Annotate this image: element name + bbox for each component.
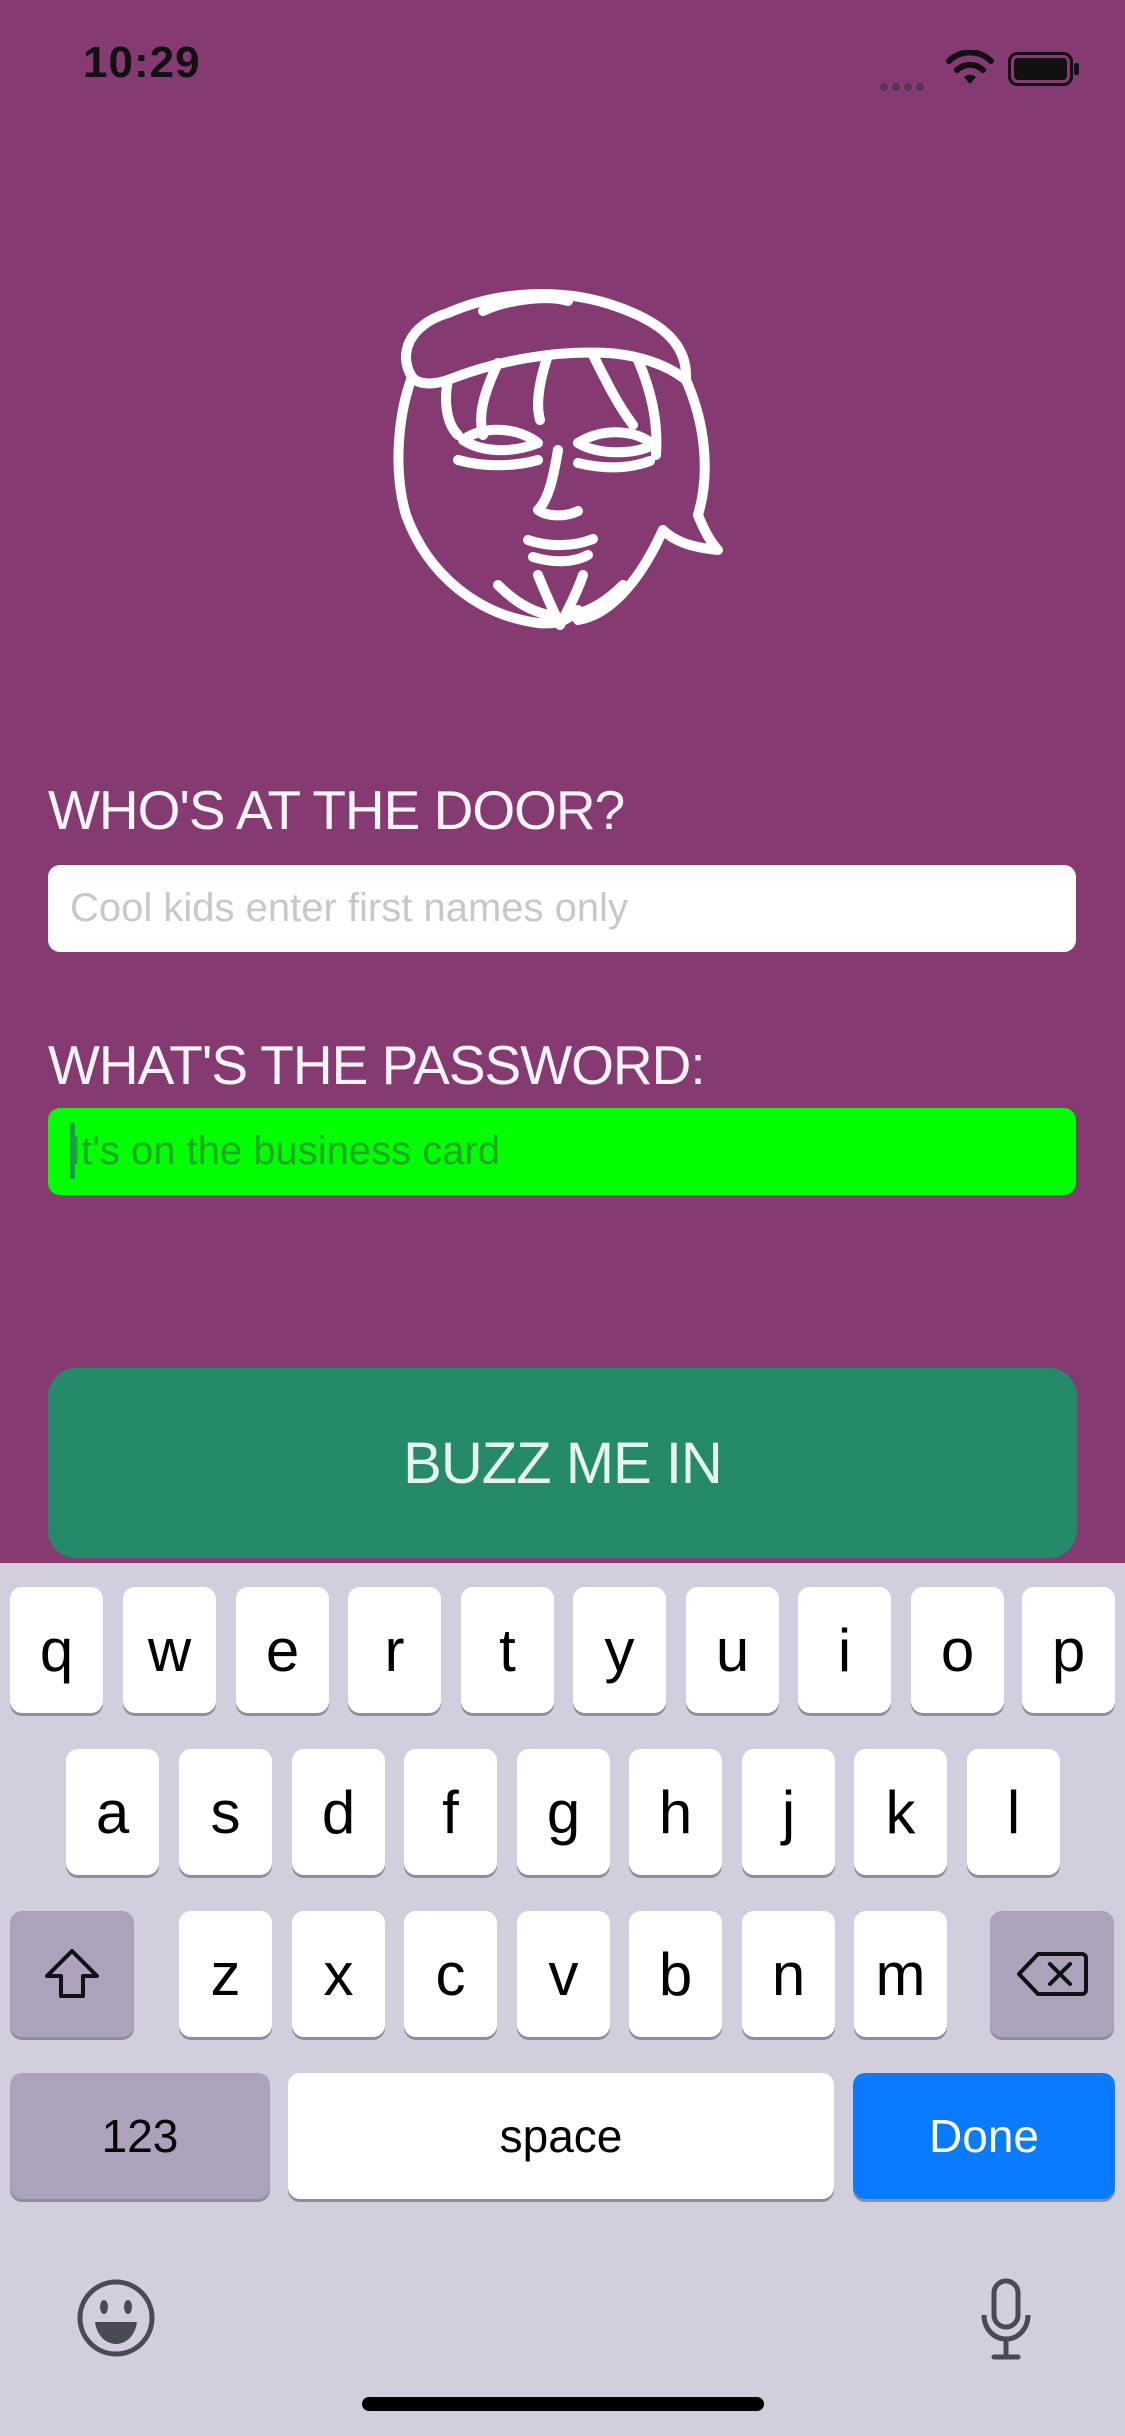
password-input[interactable]: It's on the business card (48, 1108, 1076, 1195)
key-v[interactable]: v (517, 1911, 610, 2037)
key-g[interactable]: g (517, 1749, 610, 1875)
mascot-logo (393, 289, 723, 630)
battery-icon (1008, 52, 1079, 86)
key-f[interactable]: f (404, 1749, 497, 1875)
buzz-me-in-button[interactable]: BUZZ ME IN (48, 1368, 1077, 1558)
numbers-key[interactable]: 123 (10, 2073, 270, 2199)
key-z[interactable]: z (179, 1911, 272, 2037)
keyboard: q w e r t y u i o p a s d f g h j k l z … (0, 1563, 1125, 2436)
key-b[interactable]: b (629, 1911, 722, 2037)
password-placeholder: It's on the business card (70, 1129, 501, 1173)
key-d[interactable]: d (292, 1749, 385, 1875)
key-h[interactable]: h (629, 1749, 722, 1875)
signal-icon (880, 78, 934, 91)
key-e[interactable]: e (236, 1587, 329, 1713)
shift-key[interactable] (10, 1911, 134, 2037)
key-t[interactable]: t (461, 1587, 554, 1713)
key-n[interactable]: n (742, 1911, 835, 2037)
key-j[interactable]: j (742, 1749, 835, 1875)
name-placeholder: Cool kids enter first names only (70, 886, 629, 930)
home-indicator (362, 2397, 764, 2411)
key-s[interactable]: s (179, 1749, 272, 1875)
name-input[interactable]: Cool kids enter first names only (48, 865, 1076, 952)
key-c[interactable]: c (404, 1911, 497, 2037)
password-label: WHAT'S THE PASSWORD: (48, 1034, 706, 1096)
key-r[interactable]: r (348, 1587, 441, 1713)
key-i[interactable]: i (798, 1587, 891, 1713)
backspace-key[interactable] (990, 1911, 1114, 2037)
wifi-icon (946, 50, 994, 84)
name-label: WHO'S AT THE DOOR? (48, 779, 625, 841)
key-k[interactable]: k (854, 1749, 947, 1875)
shift-icon (45, 1949, 99, 1998)
key-p[interactable]: p (1022, 1587, 1115, 1713)
key-w[interactable]: w (123, 1587, 216, 1713)
key-o[interactable]: o (911, 1587, 1004, 1713)
key-y[interactable]: y (573, 1587, 666, 1713)
space-key[interactable]: space (288, 2073, 834, 2199)
key-x[interactable]: x (292, 1911, 385, 2037)
backspace-icon (1017, 1952, 1088, 1996)
key-l[interactable]: l (967, 1749, 1060, 1875)
key-u[interactable]: u (686, 1587, 779, 1713)
key-q[interactable]: q (10, 1587, 103, 1713)
done-key[interactable]: Done (853, 2073, 1115, 2199)
key-a[interactable]: a (66, 1749, 159, 1875)
key-m[interactable]: m (854, 1911, 947, 2037)
status-time: 10:29 (83, 38, 201, 87)
emoji-icon[interactable] (75, 2277, 157, 2359)
text-caret (70, 1123, 75, 1179)
microphone-icon[interactable] (978, 2277, 1034, 2363)
